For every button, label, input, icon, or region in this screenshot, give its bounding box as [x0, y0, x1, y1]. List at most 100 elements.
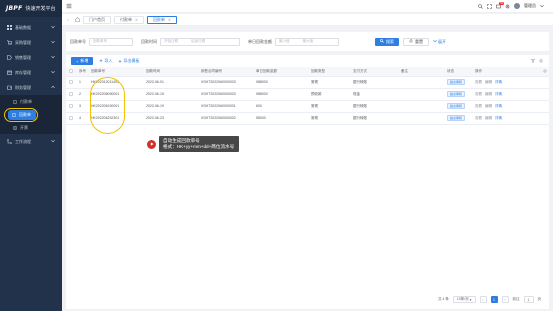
tab-receipt[interactable]: 回款单 ✕ — [146, 15, 177, 24]
goto-page-input[interactable]: 1 — [523, 296, 534, 303]
menu-toggle-icon[interactable] — [66, 3, 72, 9]
tab-scroll-left-icon[interactable]: ‹ — [65, 16, 71, 24]
search-button-label: 搜索 — [386, 38, 394, 44]
cell-no: 3 — [76, 100, 88, 113]
cell-ops: 查看 编辑 详情 — [472, 100, 540, 113]
status-badge[interactable]: 提交审核 — [447, 79, 466, 85]
prev-page-button[interactable]: ‹ — [479, 296, 487, 303]
status-badge[interactable]: 提交审核 — [447, 103, 466, 109]
edit-action[interactable]: 编辑 — [485, 116, 492, 120]
sidebar-item-finance[interactable]: 财务管理 — [0, 80, 62, 95]
search-icon[interactable] — [478, 3, 483, 9]
row-checkbox[interactable] — [69, 103, 73, 108]
select-all-checkbox[interactable] — [69, 68, 73, 73]
status-badge[interactable]: 提交审核 — [447, 115, 466, 121]
row-checkbox-cell[interactable] — [66, 100, 76, 113]
sidebar-item-basic-data[interactable]: 基础数据 — [0, 20, 62, 35]
cell-contract: XSHT2022060000003 — [198, 88, 253, 101]
header-cell: 支付方式 — [350, 67, 398, 77]
tab-portal-home[interactable]: 门户首页 — [83, 15, 111, 24]
close-icon[interactable]: ✕ — [168, 18, 171, 22]
header-checkbox[interactable] — [66, 67, 76, 77]
table-row[interactable]: 2 HK202206090001 2022-06-15 XSHT20220600000… — [66, 88, 549, 101]
plus-icon: + — [76, 58, 79, 64]
filter-icon[interactable] — [530, 58, 536, 64]
next-page-button[interactable]: › — [501, 296, 509, 303]
cell-pay: 银行转账 — [350, 100, 398, 113]
refresh-icon[interactable] — [539, 58, 543, 64]
row-checkbox-cell[interactable] — [66, 76, 76, 89]
edit-action[interactable]: 编辑 — [485, 104, 492, 108]
edit-action[interactable]: 编辑 — [485, 92, 492, 96]
edit-action[interactable]: 编辑 — [485, 80, 492, 84]
sidebar-item-workflow[interactable]: 工作流程 — [0, 134, 62, 149]
filter-panel: 回款单号 回款单号 回款时间 开始日期 - 结束日期 单日回款金额 最小值 - … — [66, 32, 549, 51]
search-button[interactable]: 搜索 — [375, 37, 399, 46]
detail-action[interactable]: 详情 — [495, 116, 502, 120]
sidebar-item-purchase[interactable]: 采购管理 — [0, 35, 62, 50]
detail-action[interactable]: 详情 — [495, 104, 502, 108]
expand-filter-link[interactable]: 展开 — [433, 39, 446, 45]
row-checkbox[interactable] — [69, 79, 73, 84]
notification-icon[interactable]: 99 — [496, 1, 504, 9]
view-action[interactable]: 查看 — [475, 116, 482, 120]
date-filter-label: 回款时间 — [141, 38, 157, 44]
header-cell: 状态 — [444, 67, 472, 77]
sidebar-subitem-label: 付款单 — [20, 98, 32, 104]
add-button[interactable]: + 新增 — [71, 57, 94, 65]
page-size-value: 10条/页 — [456, 297, 469, 301]
export-template-link[interactable]: 导出模板 — [118, 58, 139, 64]
row-checkbox-cell[interactable] — [66, 88, 76, 101]
total-count: 共 4 条 — [437, 297, 449, 301]
user-name[interactable]: 管理员 — [524, 3, 536, 9]
gear-icon[interactable] — [505, 4, 510, 9]
cell-note — [398, 100, 444, 113]
cell-status: 提交审核 — [444, 76, 472, 89]
date-range-input[interactable]: 开始日期 - 结束日期 — [160, 37, 240, 46]
sidebar-subitem-invoice[interactable]: 开票 — [0, 121, 62, 134]
cell-date: 2022-06-19 — [143, 100, 198, 113]
play-icon[interactable] — [147, 139, 156, 149]
column-settings-icon[interactable] — [540, 67, 549, 77]
sidebar-item-label: 库存管理 — [15, 69, 31, 75]
chevron-down-icon — [51, 25, 56, 30]
code-filter-input[interactable]: 回款单号 — [89, 37, 133, 46]
cell-amount: 988000 — [253, 88, 308, 101]
cell-date: 2022-06-15 — [143, 88, 198, 101]
reset-button[interactable]: 重置 — [403, 37, 429, 46]
tab-payment[interactable]: 付款单 ✕ — [114, 15, 144, 24]
sidebar-item-inventory[interactable]: 库存管理 — [0, 65, 62, 80]
avatar[interactable] — [514, 3, 520, 9]
close-icon[interactable]: ✕ — [135, 18, 138, 22]
row-checkbox[interactable] — [69, 91, 73, 96]
status-badge[interactable]: 提交审核 — [447, 91, 466, 97]
detail-action[interactable]: 详情 — [495, 92, 502, 96]
tag-icon — [6, 55, 12, 61]
page-size-select[interactable]: 10条/页 ▾ — [452, 296, 476, 303]
cell-ops: 查看 编辑 详情 — [472, 112, 540, 125]
row-checkbox[interactable] — [69, 115, 73, 120]
header-cell: 回款时间 — [143, 67, 198, 77]
page-1-button[interactable]: 1 — [490, 296, 498, 303]
view-action[interactable]: 查看 — [475, 104, 482, 108]
view-action[interactable]: 查看 — [475, 80, 482, 84]
chevron-up-icon — [51, 85, 56, 90]
top-header: 99 管理员 — [62, 0, 553, 13]
chevron-down-icon[interactable] — [540, 4, 545, 9]
sidebar-subitem-payment[interactable]: 付款单 — [0, 95, 62, 108]
cell-amount: 600 — [253, 100, 308, 113]
detail-action[interactable]: 详情 — [495, 80, 502, 84]
home-icon[interactable] — [74, 16, 80, 24]
view-action[interactable]: 查看 — [475, 92, 482, 96]
table-row[interactable]: 1 HK202012011401 2022-06-01 XSHT20220600000… — [66, 76, 549, 89]
header-cell: 备注 — [398, 67, 444, 77]
table-row[interactable]: 3 HK202206190001 2022-06-19 XSHT20220600000… — [66, 100, 549, 113]
fullscreen-icon[interactable] — [487, 3, 492, 9]
row-checkbox-cell[interactable] — [66, 112, 76, 125]
sidebar-item-sales[interactable]: 销售管理 — [0, 50, 62, 65]
table-row[interactable]: 4 HK202206232301 2022-06-23 XSHT20220600000… — [66, 112, 549, 125]
app-logo[interactable]: JBPF 快速开发平台 — [0, 0, 62, 17]
sidebar-subitem-receipt[interactable]: 回款单 — [0, 107, 62, 122]
import-link[interactable]: 导入 — [99, 58, 112, 64]
amount-range-input[interactable]: 最小值 - 最大值 — [275, 37, 339, 46]
